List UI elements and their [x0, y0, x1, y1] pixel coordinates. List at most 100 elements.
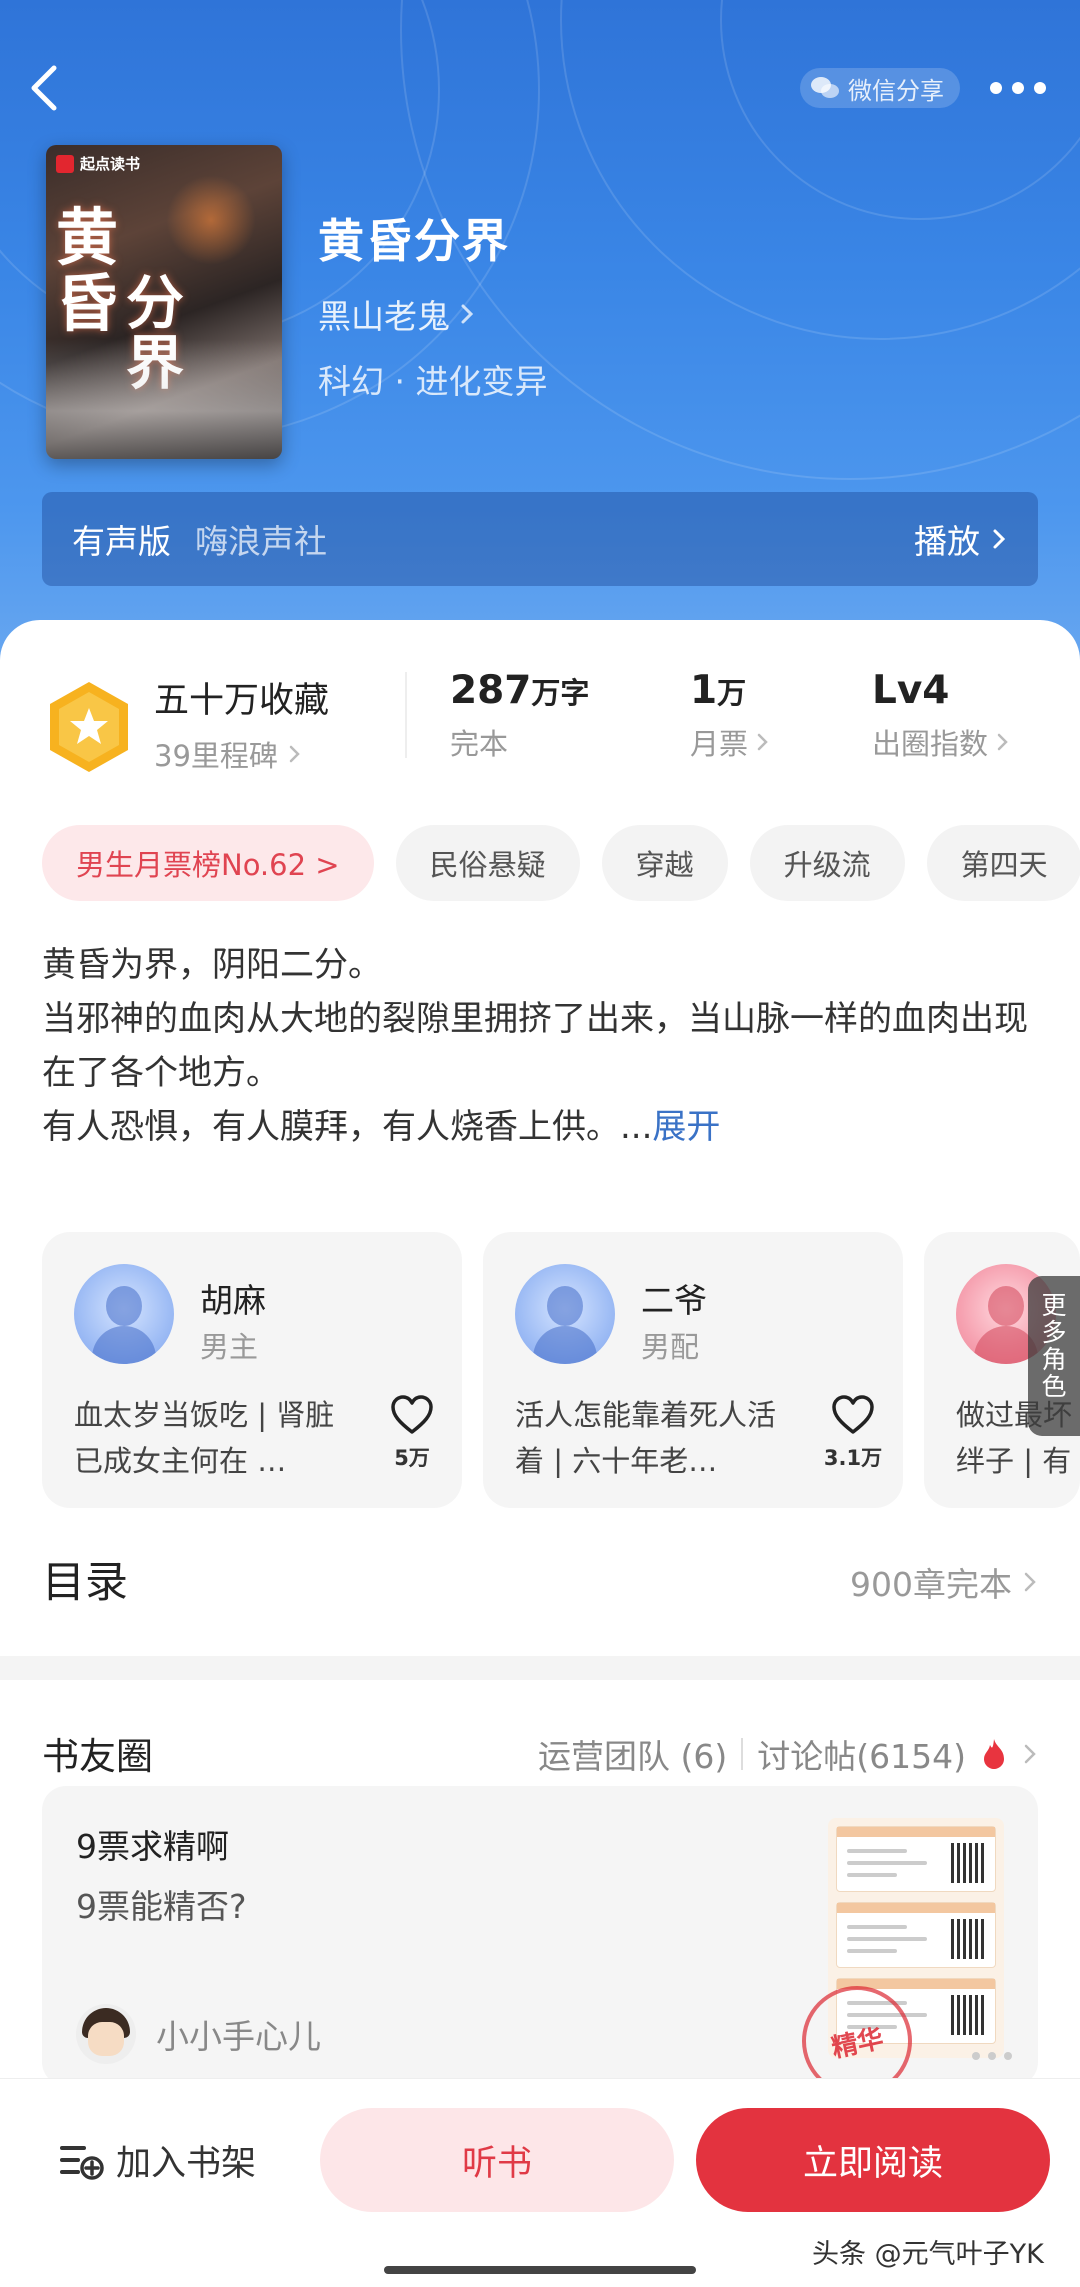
character-role: 男配 — [641, 1330, 700, 1364]
chevron-right-icon — [461, 304, 474, 324]
character-desc: 血太岁当饭吃 | 肾脏已成女主何在 … — [74, 1398, 335, 1478]
ops-team-link[interactable]: 运营团队 (6) — [538, 1730, 727, 1778]
cover-title-part-a: 黄昏 — [56, 201, 119, 340]
ticket-unit: 万 — [717, 676, 747, 710]
book-cover[interactable]: 起点读书 黄昏 分界 — [46, 145, 282, 459]
ticket-value: 1 — [690, 668, 718, 713]
expand-link[interactable]: 展开 — [652, 1107, 720, 1147]
heart-icon — [391, 1395, 433, 1434]
level-label: 出圈指数 — [872, 727, 989, 761]
tag-rank[interactable]: 男生月票榜No.62 > — [42, 825, 374, 901]
back-icon — [31, 65, 57, 111]
post-author[interactable]: 小小手心儿 — [76, 2004, 321, 2064]
character-avatar — [74, 1264, 174, 1364]
word-count-stat: 287万字 完本 — [450, 668, 589, 763]
chevron-right-icon — [997, 733, 1008, 751]
add-to-shelf-label: 加入书架 — [116, 2143, 257, 2184]
post-body: 9票能精否? — [76, 1887, 247, 1926]
collection-milestone[interactable]: 五十万收藏 39里程碑 — [154, 672, 329, 775]
tag-item[interactable]: 第四天 — [926, 825, 1080, 901]
book-title: 黄昏分界 — [318, 214, 510, 268]
word-count-value: 287 — [450, 668, 532, 713]
qidian-logo-icon — [56, 154, 74, 173]
like-button[interactable]: 3.1万 — [823, 1394, 883, 1472]
level-value: Lv4 — [872, 668, 950, 713]
dot-icon — [990, 82, 1002, 94]
character-name: 二爷 — [641, 1281, 707, 1320]
synopsis-line: 黄昏为界，阴阳二分。 — [42, 945, 382, 985]
tag-item[interactable]: 穿越 — [601, 825, 728, 901]
circle-links[interactable]: 运营团队 (6) 讨论帖(6154) — [538, 1730, 1038, 1778]
chevron-right-icon — [1024, 1572, 1036, 1592]
add-shelf-icon — [60, 2146, 104, 2180]
discussion-link[interactable]: 讨论帖(6154) — [757, 1730, 966, 1778]
word-count-label: 完本 — [450, 727, 509, 761]
monthly-ticket-stat[interactable]: 1万 月票 — [690, 668, 770, 763]
audio-label: 有声版 — [72, 522, 171, 561]
heart-icon — [832, 1395, 874, 1434]
fire-icon — [984, 1739, 1004, 1769]
audio-version-bar[interactable]: 有声版 嗨浪声社 播放 — [42, 492, 1038, 586]
milestone-badge-icon — [50, 682, 128, 772]
book-genre: 科幻 · 进化变异 — [318, 362, 548, 401]
synopsis-line: 当邪神的血肉从大地的裂隙里拥挤了出来，当山脉一样的血肉出现在了各个地方。 — [42, 999, 1028, 1093]
more-characters-label: 更多角色 — [1041, 1291, 1067, 1401]
watermark-text: 头条 @元气叶子YK — [812, 2239, 1044, 2270]
book-circle-header: 书友圈 运营团队 (6) 讨论帖(6154) — [42, 1722, 1038, 1782]
chevron-right-icon — [289, 745, 300, 763]
wechat-icon — [811, 77, 839, 98]
like-count: 5万 — [394, 1446, 430, 1470]
more-options-button[interactable] — [990, 76, 1050, 100]
dot-icon — [1012, 82, 1024, 94]
separator — [741, 1738, 744, 1770]
author-name: 黑山老鬼 — [318, 297, 450, 336]
synopsis: 黄昏为界，阴阳二分。 当邪神的血肉从大地的裂隙里拥挤了出来，当山脉一样的血肉出现… — [42, 938, 1042, 1154]
character-desc: 活人怎能靠着死人活着 | 六十年老… — [515, 1398, 777, 1478]
chevron-right-icon — [993, 529, 1006, 549]
popularity-level-stat[interactable]: Lv4 出圈指数 — [872, 668, 1010, 763]
chevron-right-icon — [757, 733, 768, 751]
character-card[interactable]: 胡麻 男主 血太岁当饭吃 | 肾脏已成女主何在 … 5万 — [42, 1232, 462, 1508]
character-card[interactable]: 二爷 男配 活人怎能靠着死人活着 | 六十年老… 3.1万 — [483, 1232, 903, 1508]
character-name: 胡麻 — [200, 1281, 266, 1320]
collect-sub: 39里程碑 — [154, 733, 329, 775]
dot-icon — [1034, 82, 1046, 94]
stats-divider — [405, 672, 407, 758]
more-characters-button[interactable]: 更多角色 — [1028, 1276, 1080, 1436]
user-avatar — [76, 2004, 136, 2064]
cover-mist — [46, 339, 282, 459]
play-button[interactable]: 播放 — [914, 515, 1008, 563]
cover-glow — [166, 175, 256, 265]
featured-post-card[interactable]: 9票求精啊 9票能精否? 小小手心儿 精华 — [42, 1786, 1038, 2086]
like-count: 3.1万 — [823, 1446, 883, 1470]
audio-publisher: 嗨浪声社 — [195, 522, 327, 561]
ticket-graphic — [836, 1826, 996, 1892]
user-name: 小小手心儿 — [156, 2017, 321, 2056]
chevron-right-icon — [1024, 1744, 1036, 1764]
tag-item[interactable]: 升级流 — [749, 825, 905, 901]
home-indicator[interactable] — [384, 2266, 696, 2274]
like-button[interactable]: 5万 — [382, 1394, 442, 1472]
synopsis-line: 有人恐惧，有人膜拜，有人烧香上供。...展开 — [42, 1107, 721, 1147]
post-title: 9票求精啊 — [76, 1827, 229, 1866]
tag-row: 男生月票榜No.62 > 民俗悬疑 穿越 升级流 第四天 — [42, 825, 1080, 901]
table-of-contents[interactable]: 目录 900章完本 — [42, 1548, 1038, 1618]
back-button[interactable] — [22, 60, 70, 116]
ticket-label: 月票 — [690, 727, 749, 761]
word-count-unit: 万字 — [531, 676, 590, 710]
tag-item[interactable]: 民俗悬疑 — [395, 825, 580, 901]
character-avatar — [515, 1264, 615, 1364]
listen-button[interactable]: 听书 — [320, 2108, 674, 2212]
ticket-graphic — [836, 1902, 996, 1968]
wechat-share-button[interactable]: 微信分享 — [800, 68, 960, 108]
cover-title-art: 黄昏 分界 — [56, 201, 184, 394]
character-role: 男主 — [200, 1330, 259, 1364]
play-label: 播放 — [914, 522, 980, 561]
section-divider — [0, 1656, 1080, 1680]
read-now-button[interactable]: 立即阅读 — [696, 2108, 1050, 2212]
add-to-shelf-button[interactable]: 加入书架 — [56, 2128, 256, 2192]
wechat-share-label: 微信分享 — [848, 76, 944, 105]
author-link[interactable]: 黑山老鬼 — [318, 290, 476, 338]
collect-title: 五十万收藏 — [154, 681, 330, 721]
toc-title: 目录 — [42, 1558, 128, 1608]
